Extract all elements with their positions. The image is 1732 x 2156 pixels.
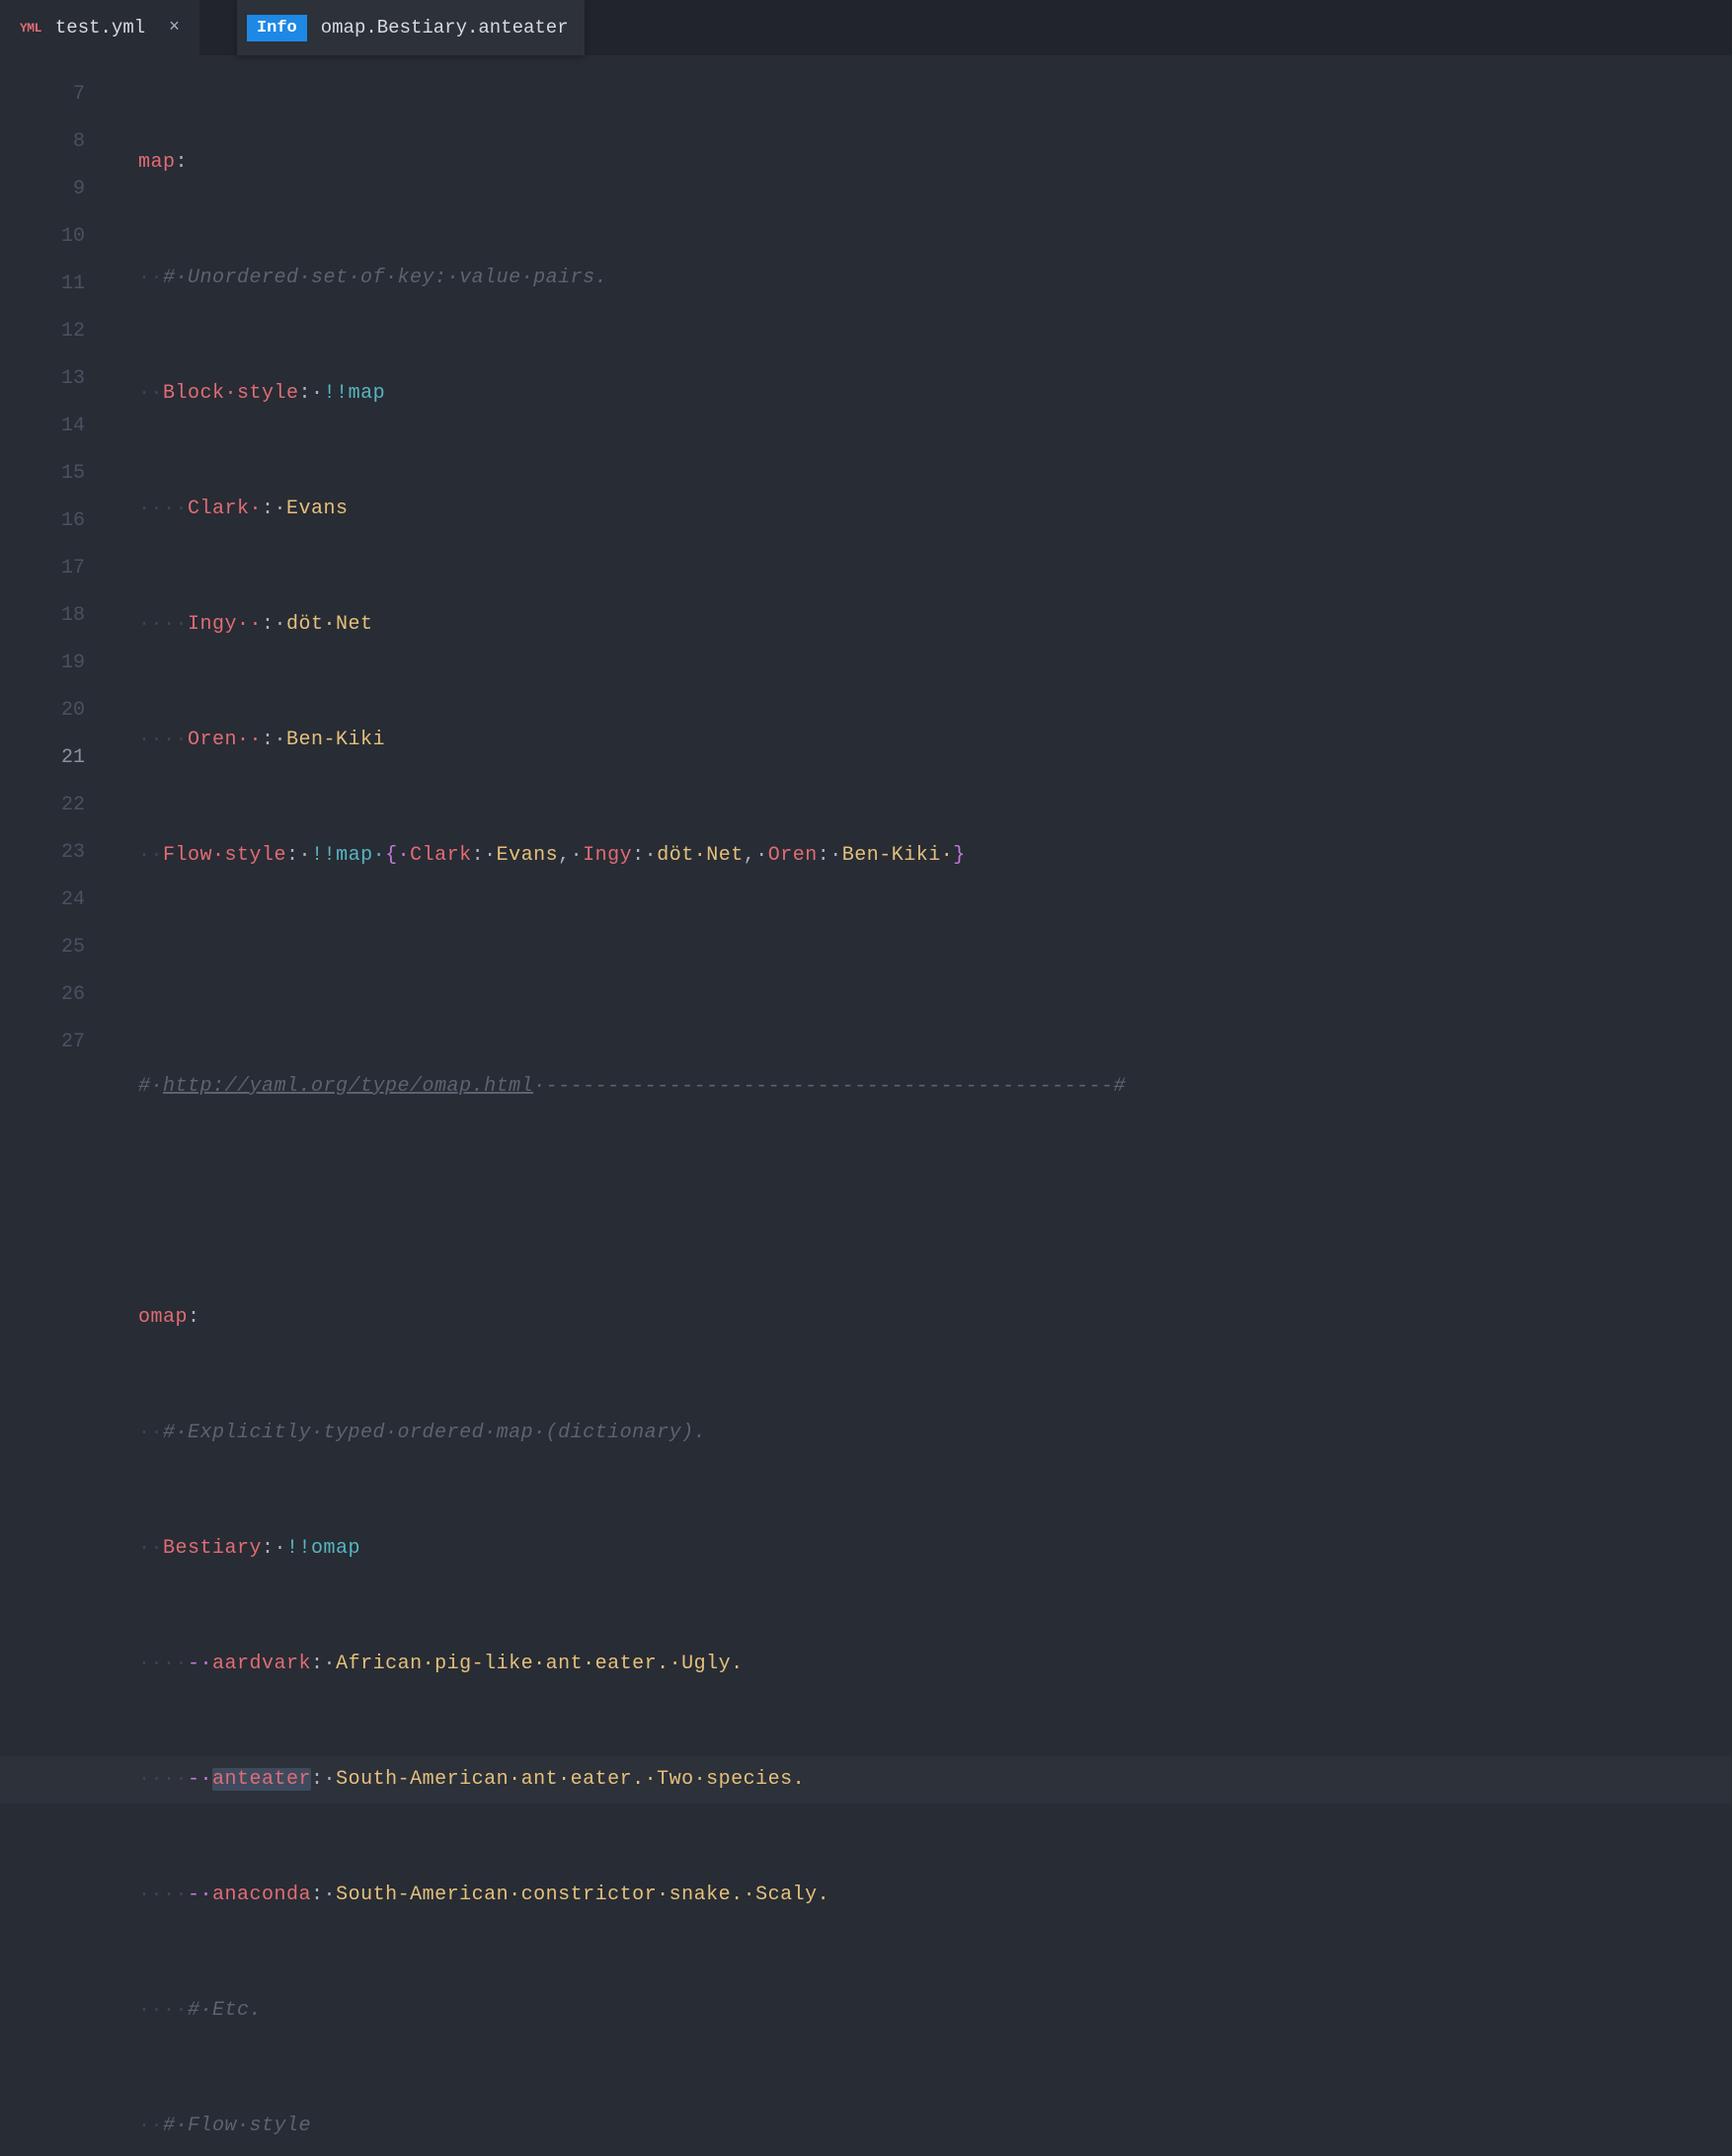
line-number: 12 [0,308,109,355]
line-number: 8 [0,118,109,166]
line-number: 19 [0,640,109,687]
code-line[interactable]: ··#·Unordered·set·of·key:·value·pairs. [138,255,1732,302]
code-line-current[interactable]: ····-·anteater:·South-American·ant·eater… [0,1756,1732,1804]
tab-filename: test.yml [55,17,145,38]
line-number: 24 [0,877,109,924]
line-number: 9 [0,166,109,213]
line-number: 17 [0,545,109,592]
line-number: 15 [0,450,109,498]
line-number: 18 [0,592,109,640]
line-number: 13 [0,355,109,403]
line-number: 14 [0,403,109,450]
code-line[interactable]: ····Oren··:·Ben-Kiki [138,717,1732,764]
close-icon[interactable]: × [169,18,180,38]
breadcrumb-path: omap.Bestiary.anteater [321,17,569,38]
line-number: 20 [0,687,109,734]
editor[interactable]: 789101112131415161718192021222324252627 … [0,55,1732,1078]
code-line[interactable] [138,948,1732,995]
code-line[interactable]: ··Flow·style:·!!map·{·Clark:·Evans,·Ingy… [138,832,1732,880]
line-number: 27 [0,1019,109,1066]
code-line[interactable]: omap: [138,1294,1732,1342]
line-number: 23 [0,829,109,877]
code-line[interactable]: ··Block·style:·!!map [138,370,1732,418]
line-number: 7 [0,71,109,118]
tab-file-active[interactable]: YML test.yml × [0,0,199,55]
line-number: 16 [0,498,109,545]
line-number: 22 [0,782,109,829]
info-badge: Info [247,15,307,41]
code-line[interactable]: ····Ingy··:·döt·Net [138,601,1732,649]
info-bar[interactable]: Info omap.Bestiary.anteater [237,0,585,55]
link-url[interactable]: http://yaml.org/type/omap.html [163,1075,533,1098]
yaml-file-icon: YML [20,21,41,36]
code-line[interactable] [138,1179,1732,1226]
line-number: 11 [0,261,109,308]
line-number: 21 [0,734,109,782]
gutter: 789101112131415161718192021222324252627 [0,55,109,1078]
code-line[interactable]: ··Bestiary:·!!omap [138,1525,1732,1573]
line-number: 26 [0,971,109,1019]
line-number: 10 [0,213,109,261]
code-area[interactable]: map: ··#·Unordered·set·of·key:·value·pai… [109,55,1732,1078]
code-line[interactable]: ··#·Explicitly·typed·ordered·map·(dictio… [138,1410,1732,1457]
tab-gap [199,0,237,55]
selected-token[interactable]: anteater [212,1768,311,1791]
code-line[interactable]: #·http://yaml.org/type/omap.html·-------… [138,1063,1732,1111]
line-number: 25 [0,924,109,971]
code-line[interactable]: ····-·anaconda:·South-American·constrict… [138,1872,1732,1919]
code-line[interactable]: ····Clark·:·Evans [138,486,1732,533]
code-line[interactable]: ····#·Etc. [138,1987,1732,2035]
code-line[interactable]: ····-·aardvark:·African·pig-like·ant·eat… [138,1641,1732,1688]
tab-bar: YML test.yml × Info omap.Bestiary.anteat… [0,0,1732,55]
code-line[interactable]: ··#·Flow·style [138,2103,1732,2150]
code-line[interactable]: map: [138,139,1732,187]
